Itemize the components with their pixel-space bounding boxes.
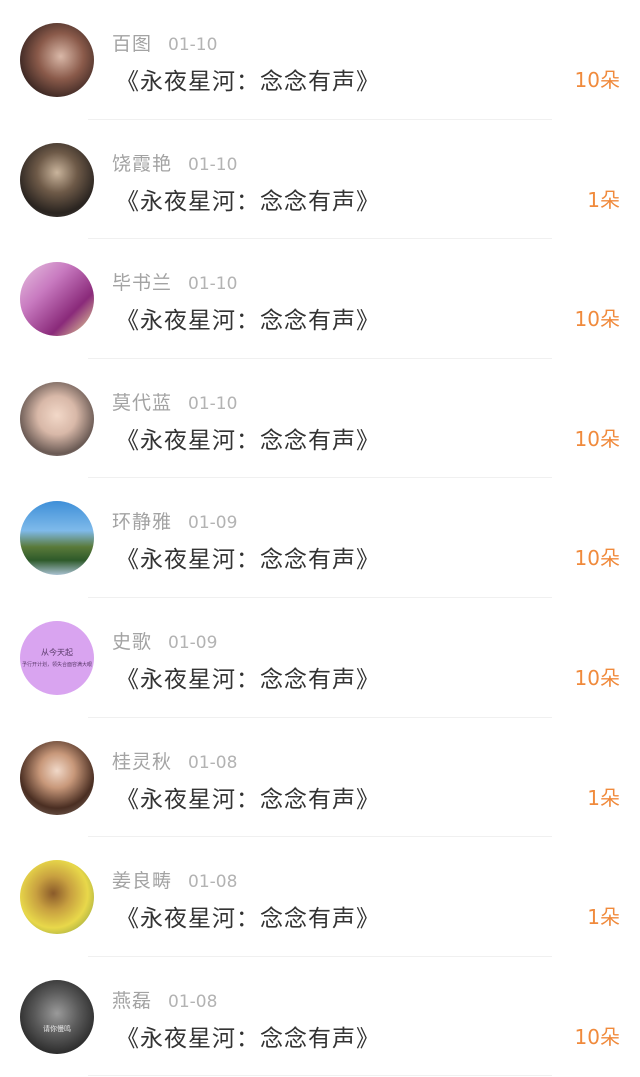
user-meta: 燕磊 01-08 (112, 986, 217, 1013)
avatar[interactable] (20, 23, 94, 97)
avatar[interactable] (20, 142, 94, 217)
item-title: 《永夜星河：念念有声》 (116, 188, 380, 215)
date: 01-09 (188, 513, 238, 534)
user-name: 饶霞艳 (112, 152, 173, 175)
date: 01-10 (188, 393, 238, 414)
date: 01-08 (168, 991, 218, 1012)
item-title: 《永夜星河：念念有声》 (116, 1025, 380, 1052)
user-meta: 环静雅 01-09 (112, 507, 237, 534)
avatar[interactable] (20, 860, 94, 935)
flower-count: 10朵 (574, 665, 620, 690)
flower-count: 10朵 (574, 307, 620, 332)
list-item[interactable]: 从今天起 予行开计划，领失合面容满大眼 史歌 01-09 《永夜星河：念念有声》 … (0, 598, 640, 718)
user-meta: 毕书兰 01-10 (112, 268, 237, 295)
user-meta: 桂灵秋 01-08 (112, 747, 237, 774)
user-name: 桂灵秋 (112, 750, 173, 773)
flower-count: 1朵 (587, 785, 620, 810)
flower-count: 1朵 (587, 187, 620, 212)
avatar[interactable] (20, 381, 94, 456)
avatar-text: 请你慢鸣 (43, 1024, 71, 1033)
avatar-text: 从今天起 (41, 647, 73, 657)
user-name: 姜良畴 (112, 870, 173, 893)
flower-count: 1朵 (587, 905, 620, 930)
date: 01-10 (188, 274, 238, 295)
user-name: 环静雅 (112, 511, 173, 534)
user-name: 燕磊 (112, 989, 153, 1012)
item-title: 《永夜星河：念念有声》 (116, 308, 380, 335)
avatar[interactable]: 从今天起 予行开计划，领失合面容满大眼 (20, 620, 94, 695)
list-item[interactable]: 环静雅 01-09 《永夜星河：念念有声》 10朵 (0, 478, 640, 598)
list-item[interactable]: 姜良畴 01-08 《永夜星河：念念有声》 1朵 (0, 837, 640, 957)
avatar-text: 予行开计划，领失合面容满大眼 (21, 661, 92, 668)
user-meta: 史歌 01-09 (112, 627, 217, 654)
gift-list: 百图 01-10 《永夜星河：念念有声》 10朵 饶霞艳 01-10 《永夜星河：念… (0, 0, 640, 1076)
flower-count: 10朵 (574, 546, 620, 571)
user-name: 莫代蓝 (112, 391, 173, 414)
user-meta: 饶霞艳 01-10 (112, 149, 237, 176)
flower-count: 10朵 (574, 1024, 620, 1049)
list-item[interactable]: 莫代蓝 01-10 《永夜星河：念念有声》 10朵 (0, 359, 640, 479)
date: 01-08 (188, 752, 238, 773)
avatar[interactable] (20, 740, 94, 815)
item-title: 《永夜星河：念念有声》 (116, 786, 380, 813)
item-title: 《永夜星河：念念有声》 (116, 906, 380, 933)
list-item[interactable]: 桂灵秋 01-08 《永夜星河：念念有声》 1朵 (0, 718, 640, 838)
list-item[interactable]: 百图 01-10 《永夜星河：念念有声》 10朵 (0, 0, 640, 120)
date: 01-10 (168, 35, 218, 55)
list-item[interactable]: 饶霞艳 01-10 《永夜星河：念念有声》 1朵 (0, 120, 640, 240)
item-title: 《永夜星河：念念有声》 (116, 69, 380, 95)
flower-count: 10朵 (574, 68, 620, 92)
date: 01-09 (168, 632, 218, 653)
user-name: 史歌 (112, 630, 153, 653)
item-title: 《永夜星河：念念有声》 (116, 666, 380, 693)
user-meta: 百图 01-10 (112, 29, 217, 56)
list-item[interactable]: 请你慢鸣 燕磊 01-08 《永夜星河：念念有声》 10朵 (0, 957, 640, 1077)
date: 01-10 (188, 154, 238, 175)
avatar[interactable] (20, 501, 94, 576)
user-name: 毕书兰 (112, 272, 173, 295)
item-title: 《永夜星河：念念有声》 (116, 427, 380, 454)
user-meta: 莫代蓝 01-10 (112, 388, 237, 415)
avatar[interactable]: 请你慢鸣 (20, 979, 94, 1054)
user-name: 百图 (112, 33, 153, 55)
user-meta: 姜良畴 01-08 (112, 866, 237, 893)
avatar[interactable] (20, 262, 94, 337)
list-item[interactable]: 毕书兰 01-10 《永夜星河：念念有声》 10朵 (0, 239, 640, 359)
date: 01-08 (188, 872, 238, 893)
flower-count: 10朵 (574, 426, 620, 451)
item-title: 《永夜星河：念念有声》 (116, 547, 380, 574)
